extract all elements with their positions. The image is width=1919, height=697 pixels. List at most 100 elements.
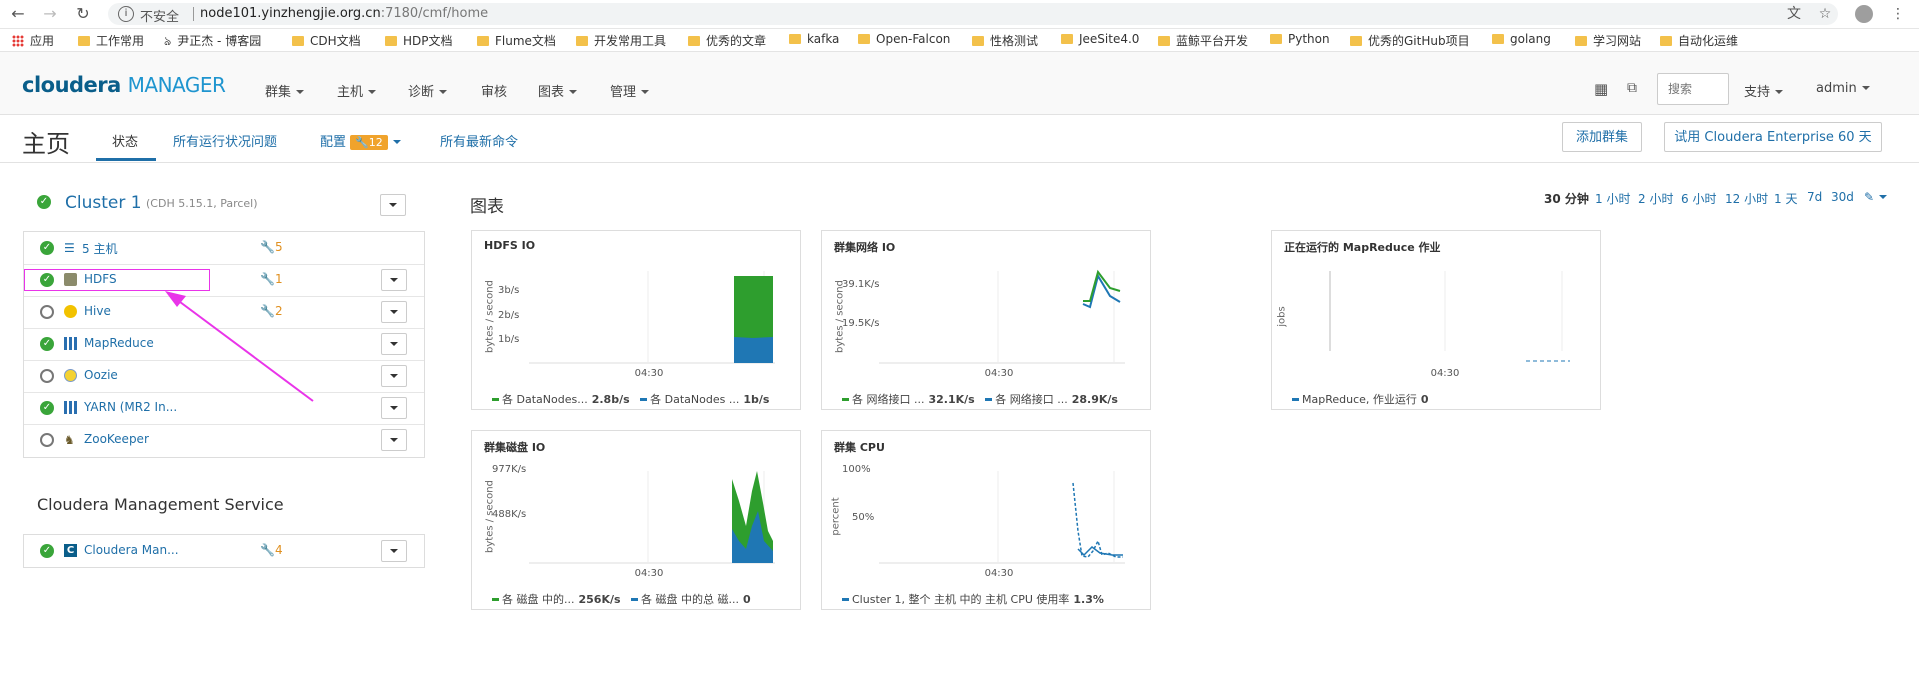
active-tab-indicator [96, 158, 156, 161]
chevron-down-icon [641, 90, 650, 94]
cloudera-logo[interactable]: cloudera MANAGER [22, 73, 226, 97]
time-range-2h[interactable]: 2 小时 [1638, 190, 1673, 207]
service-name[interactable]: 5 主机 [82, 240, 117, 257]
bookmark-label: JeeSite4.0 [1079, 32, 1140, 46]
bookmark-item[interactable]: 优秀的文章 [688, 32, 766, 49]
time-range-1d[interactable]: 1 天 [1774, 190, 1797, 207]
chevron-down-icon [392, 140, 401, 144]
time-range-30m[interactable]: 30 分钟 [1544, 190, 1589, 207]
chart-cluster-cpu[interactable]: 群集 CPU percent 100% 50% 04:30 Cluster 1,… [821, 430, 1151, 610]
bookmark-item[interactable]: Python [1270, 32, 1330, 46]
chart-cluster-disk-io[interactable]: 群集磁盘 IO bytes / second 977K/s 488K/s 04:… [471, 430, 801, 610]
info-icon[interactable]: i [118, 6, 134, 22]
nav-charts[interactable]: 图表 [538, 81, 578, 100]
url-text[interactable]: node101.yinzhengjie.org.cn:7180/cmf/home [200, 6, 488, 21]
service-actions-button[interactable] [381, 301, 407, 323]
nav-audits[interactable]: 审核 [481, 81, 507, 100]
service-actions-button[interactable] [381, 540, 407, 562]
bookmark-item[interactable]: kafka [789, 32, 839, 46]
bookmark-item[interactable]: 学习网站 [1575, 32, 1641, 49]
search-field[interactable] [1666, 81, 1730, 97]
service-actions-button[interactable] [381, 269, 407, 291]
config-issue-count[interactable]: 🔧1 [260, 272, 283, 286]
tasks-icon[interactable]: ⧉ [1627, 80, 1637, 96]
bookmark-item[interactable]: Flume文档 [477, 32, 556, 49]
config-issue-count[interactable]: 🔧4 [260, 543, 283, 557]
service-name[interactable]: ZooKeeper [84, 432, 149, 446]
service-name[interactable]: MapReduce [84, 336, 154, 350]
nav-diagnostics[interactable]: 诊断 [408, 81, 448, 100]
time-range-1h[interactable]: 1 小时 [1595, 190, 1630, 207]
folder-icon [1350, 36, 1362, 46]
edit-time-range-icon[interactable]: ✎ [1864, 190, 1888, 204]
search-input[interactable] [1657, 73, 1730, 105]
star-icon[interactable]: ☆ [1815, 4, 1835, 24]
bookmark-item[interactable]: 开发常用工具 [576, 32, 666, 49]
bookmark-item[interactable]: CDH文档 [292, 32, 361, 49]
service-actions-button[interactable] [381, 365, 407, 387]
chart-running-mapreduce-jobs[interactable]: 正在运行的 MapReduce 作业 jobs 04:30 MapReduce,… [1271, 230, 1601, 410]
service-actions-button[interactable] [381, 397, 407, 419]
page-title: 主页 [22, 130, 70, 158]
bookmark-item[interactable]: 蓝鲸平台开发 [1158, 32, 1248, 49]
service-name[interactable]: Cloudera Man... [84, 543, 179, 557]
nav-label: 管理 [610, 85, 637, 100]
profile-avatar-icon[interactable] [1855, 5, 1873, 23]
translate-icon[interactable]: 文 [1784, 4, 1804, 24]
tab-health-issues[interactable]: 所有运行状况问题 [173, 131, 277, 150]
service-actions-button[interactable] [381, 333, 407, 355]
folder-icon [1660, 36, 1672, 46]
bookmark-label: 工作常用 [96, 34, 145, 48]
service-name[interactable]: Hive [84, 304, 111, 318]
nav-administration[interactable]: 管理 [610, 81, 650, 100]
parcel-icon[interactable]: ▦ [1594, 80, 1608, 98]
nav-hosts[interactable]: 主机 [337, 81, 377, 100]
time-range-30d[interactable]: 30d [1831, 190, 1854, 204]
bookmark-item[interactable]: JeeSite4.0 [1061, 32, 1139, 46]
chevron-down-icon [1861, 86, 1870, 90]
chart-hdfs-io[interactable]: HDFS IO bytes / second 3b/s 2b/s 1b/s 04… [471, 230, 801, 410]
bookmark-label: HDP文档 [403, 34, 453, 48]
bookmark-apps[interactable]: 应用 [12, 32, 54, 49]
cluster-name[interactable]: Cluster 1 [65, 193, 142, 213]
cluster-actions-button[interactable] [380, 194, 406, 216]
legend-swatch [842, 598, 849, 601]
service-actions-button[interactable] [381, 429, 407, 451]
legend-swatch [492, 398, 499, 401]
tab-configuration[interactable]: 配置 🔧12 [320, 131, 401, 150]
config-issue-count[interactable]: 🔧5 [260, 240, 283, 254]
bookmark-item[interactable]: 工作常用 [78, 32, 144, 49]
tab-label: 配置 [320, 135, 347, 150]
bookmark-item[interactable]: 性格测试 [972, 32, 1038, 49]
bookmark-item[interactable]: golang [1492, 32, 1551, 46]
time-range-7d[interactable]: 7d [1807, 190, 1822, 204]
nav-label: 诊断 [408, 85, 435, 100]
reload-icon[interactable]: ↻ [73, 4, 93, 24]
y-tick-label: 977K/s [492, 464, 526, 475]
bookmark-item[interactable]: 自动化运维 [1660, 32, 1738, 49]
chart-cluster-network-io[interactable]: 群集网络 IO bytes / second 39.1K/s 19.5K/s 0… [821, 230, 1151, 410]
time-range-12h[interactable]: 12 小时 [1725, 190, 1768, 207]
trial-button[interactable]: 试用 Cloudera Enterprise 60 天 [1664, 122, 1882, 152]
nav-support[interactable]: 支持 [1744, 81, 1784, 100]
service-name[interactable]: YARN (MR2 In... [84, 400, 177, 414]
bookmark-item[interactable]: ঌ 尹正杰 - 博客园 [164, 32, 261, 53]
add-cluster-button[interactable]: 添加群集 [1562, 122, 1642, 152]
nav-label: admin [1816, 81, 1857, 96]
tab-status[interactable]: 状态 [112, 131, 138, 150]
address-bar[interactable]: i 不安全 node101.yinzhengjie.org.cn:7180/cm… [108, 3, 1838, 25]
bookmark-item[interactable]: 优秀的GitHub项目 [1350, 32, 1470, 49]
back-icon[interactable]: ← [8, 4, 28, 24]
chart-legend: Cluster 1, 整个 主机 中的 主机 CPU 使用率 1.3% [842, 591, 1104, 607]
nav-user[interactable]: admin [1816, 81, 1870, 96]
time-range-6h[interactable]: 6 小时 [1681, 190, 1716, 207]
service-name[interactable]: Oozie [84, 368, 118, 382]
config-issue-count[interactable]: 🔧2 [260, 304, 283, 318]
menu-icon[interactable]: ⋮ [1888, 4, 1908, 24]
forward-icon[interactable]: → [40, 4, 60, 24]
chevron-down-icon [569, 90, 578, 94]
nav-clusters[interactable]: 群集 [265, 81, 305, 100]
bookmark-item[interactable]: Open-Falcon [858, 32, 950, 46]
tab-recent-commands[interactable]: 所有最新命令 [440, 131, 518, 150]
bookmark-item[interactable]: HDP文档 [385, 32, 453, 49]
